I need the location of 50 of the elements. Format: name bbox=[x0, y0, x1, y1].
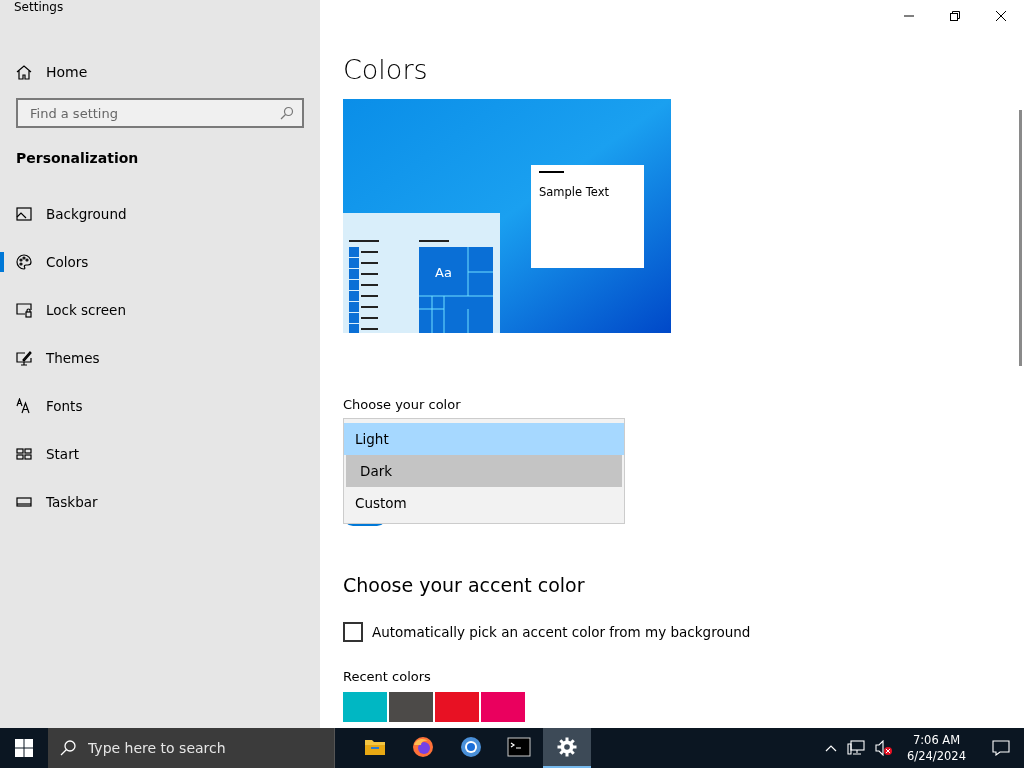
clock[interactable]: 7:06 AM 6/24/2024 bbox=[901, 732, 972, 764]
nav-label: Colors bbox=[46, 254, 89, 270]
checkbox-label: Automatically pick an accent color from my background bbox=[372, 624, 751, 640]
themes-icon bbox=[16, 350, 32, 366]
taskbar-app-button[interactable] bbox=[543, 728, 591, 768]
browser-icon bbox=[460, 736, 482, 758]
page-title: Colors bbox=[343, 54, 429, 85]
color-swatch[interactable] bbox=[481, 692, 525, 722]
search-icon bbox=[280, 106, 294, 120]
color-swatch[interactable] bbox=[389, 692, 433, 722]
close-icon bbox=[996, 11, 1006, 21]
lock-screen-icon bbox=[16, 302, 32, 318]
checkbox[interactable] bbox=[343, 622, 363, 642]
network-icon[interactable] bbox=[845, 738, 868, 758]
palette-icon bbox=[16, 254, 32, 270]
color-swatch[interactable] bbox=[343, 692, 387, 722]
start-icon bbox=[16, 446, 32, 462]
section-heading: Choose your accent color bbox=[343, 574, 586, 596]
fonts-icon bbox=[16, 398, 32, 414]
taskbar-icon bbox=[16, 494, 32, 510]
windows-icon bbox=[15, 739, 33, 757]
dropdown-option[interactable]: Custom bbox=[344, 487, 624, 519]
dropdown-option[interactable]: Light bbox=[344, 423, 624, 455]
nav-label: Themes bbox=[46, 350, 100, 366]
section-heading: Personalization bbox=[16, 150, 140, 168]
window-title: Settings bbox=[14, 0, 65, 16]
taskbar-search-field[interactable]: Type here to search bbox=[86, 739, 320, 757]
nav-label: Lock screen bbox=[46, 302, 126, 318]
nav-label: Fonts bbox=[46, 398, 83, 414]
terminal-icon bbox=[507, 737, 531, 757]
folder-icon bbox=[364, 737, 386, 757]
search-box[interactable]: Find a setting bbox=[16, 98, 304, 128]
home-nav-item[interactable]: Home bbox=[16, 52, 304, 92]
theme-preview-drawing: Sample Text Aa bbox=[343, 99, 671, 333]
search-icon bbox=[60, 740, 76, 756]
settings-icon bbox=[557, 737, 577, 757]
scrollbar[interactable] bbox=[1019, 110, 1022, 366]
home-icon bbox=[16, 64, 32, 80]
dropdown-option[interactable]: Dark bbox=[346, 455, 622, 487]
firefox-icon bbox=[412, 736, 434, 758]
picture-icon bbox=[16, 206, 32, 222]
taskbar-search-box[interactable]: Type here to search bbox=[48, 728, 335, 768]
nav-label: Background bbox=[46, 206, 127, 222]
color-swatch[interactable] bbox=[435, 692, 479, 722]
search-field[interactable]: Find a setting bbox=[28, 104, 272, 122]
nav-label: Taskbar bbox=[46, 494, 98, 510]
restore-icon bbox=[950, 11, 960, 21]
field-label: Recent colors bbox=[343, 669, 432, 684]
field-label: Choose your color bbox=[343, 397, 462, 412]
nav-label: Start bbox=[46, 446, 79, 462]
